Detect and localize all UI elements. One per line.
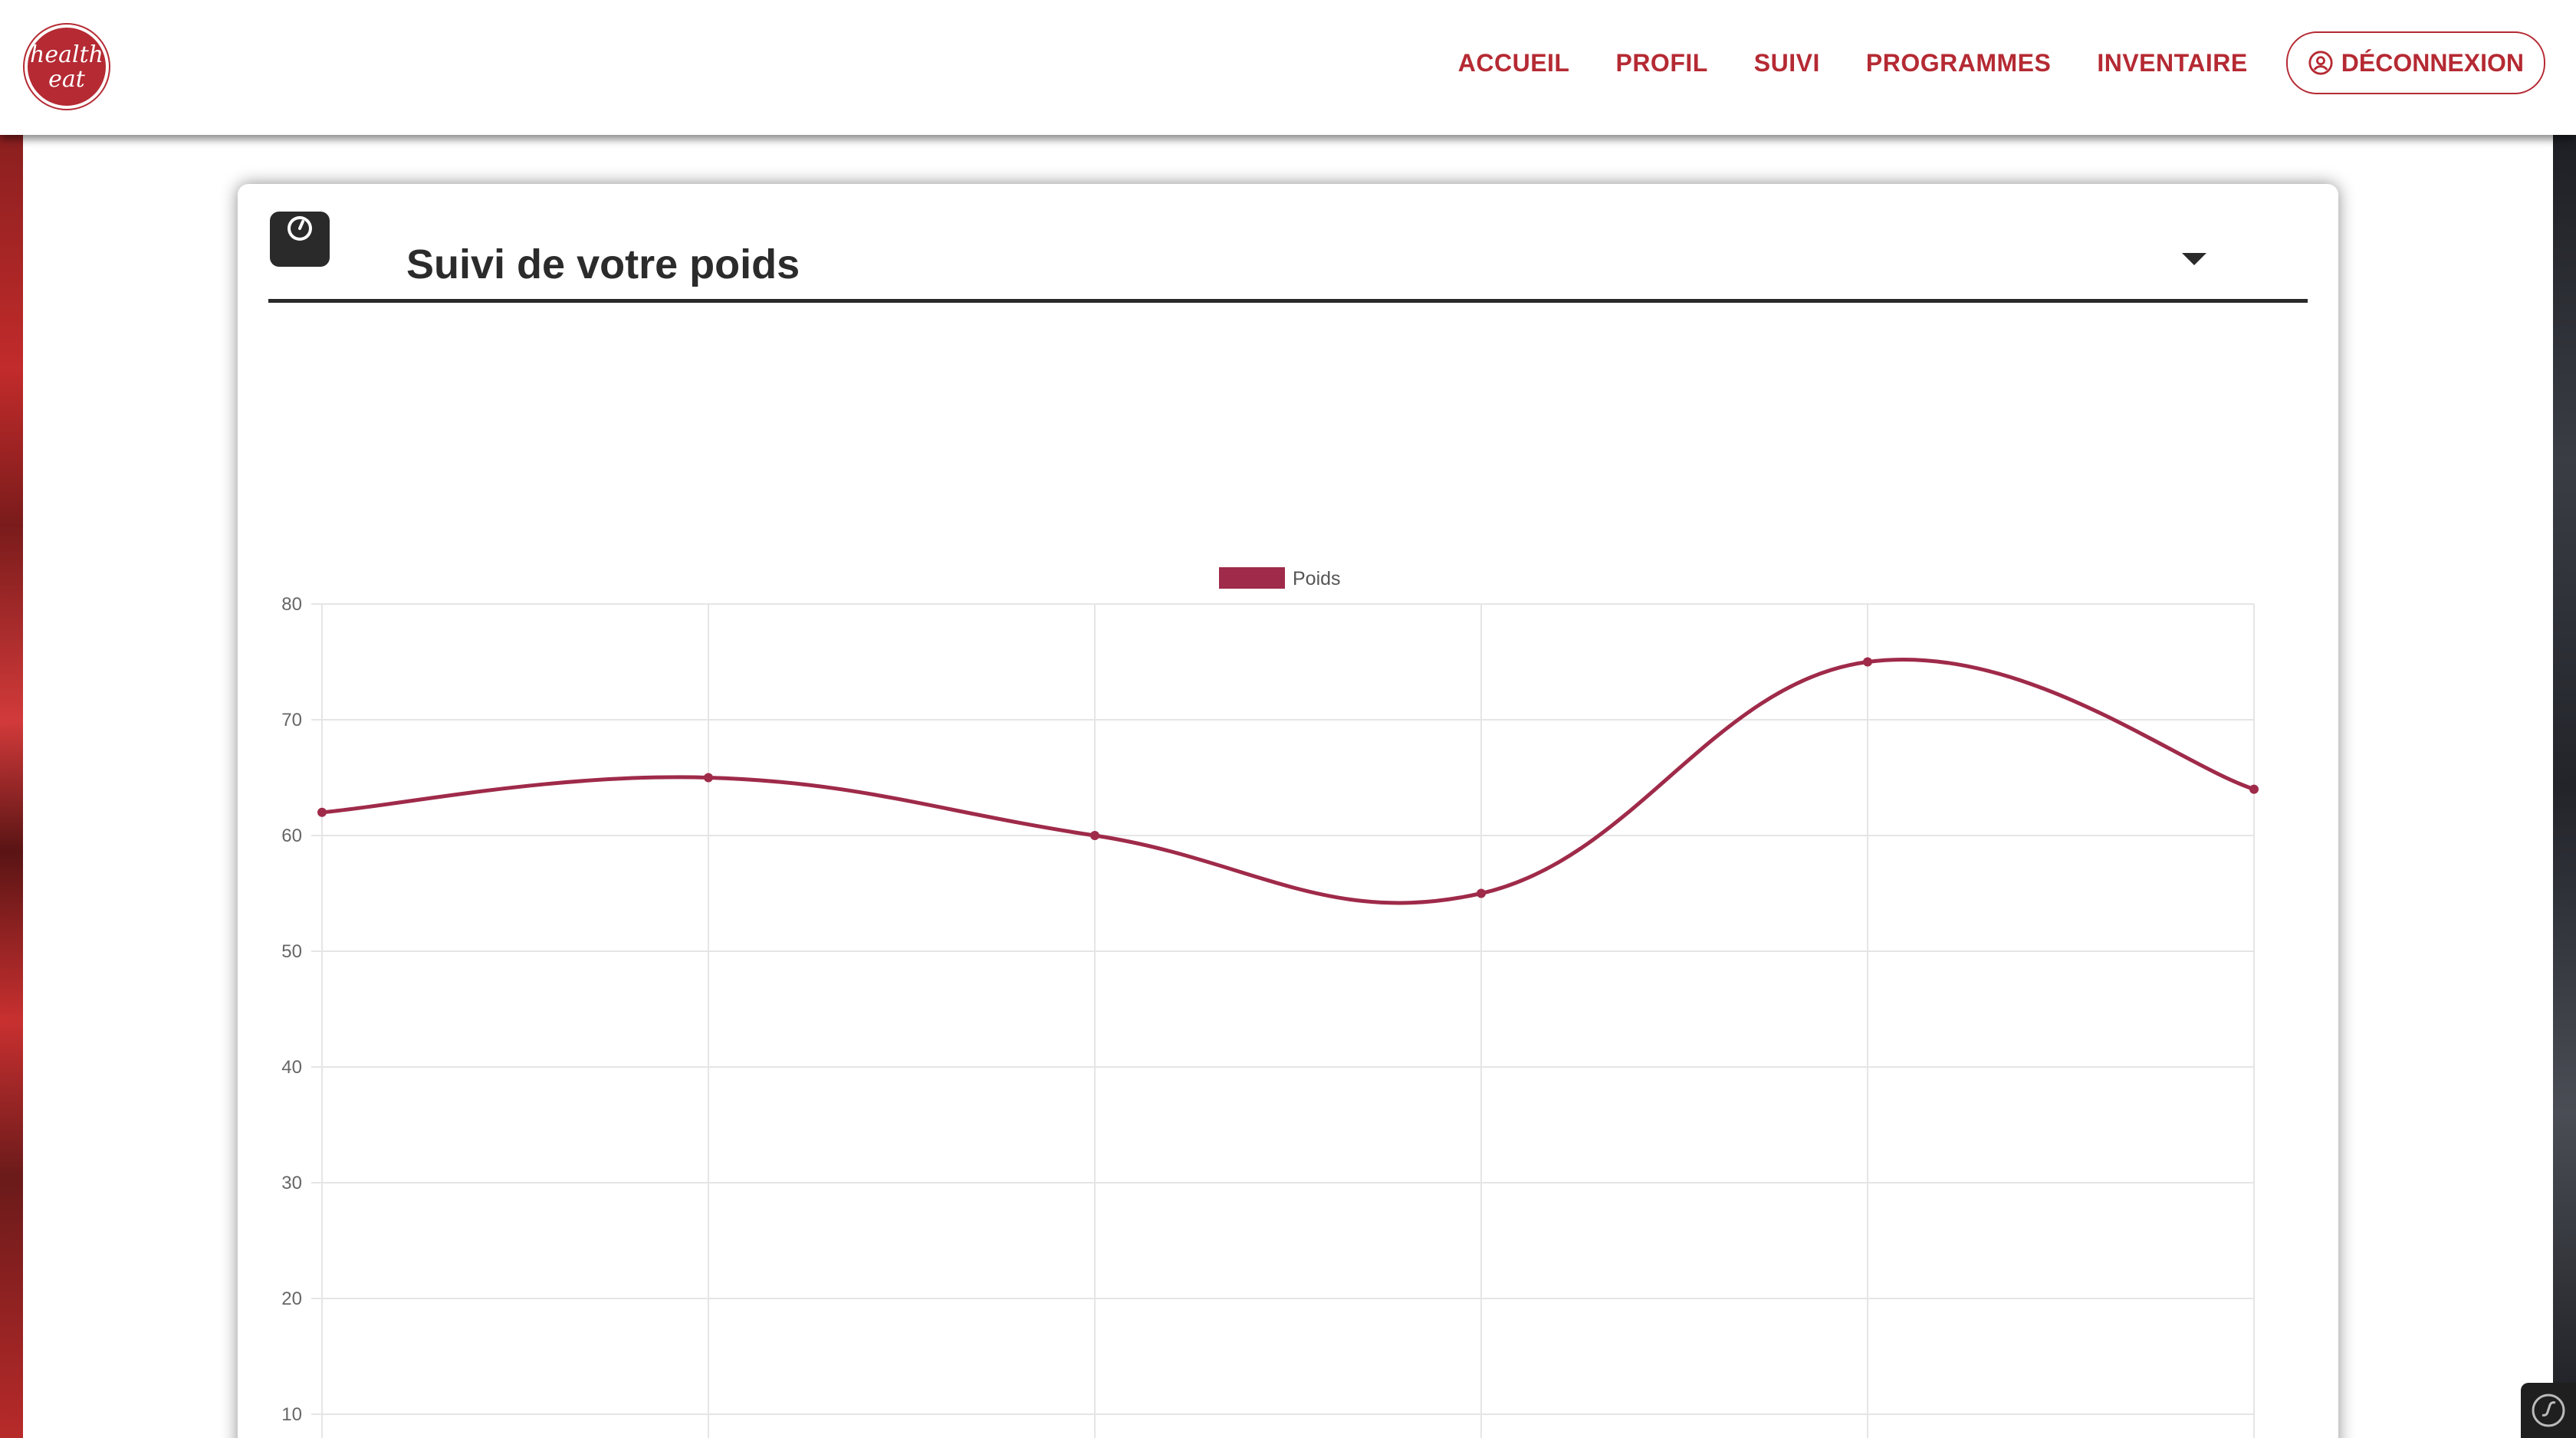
background-image-right (2553, 135, 2576, 1438)
y-tick-label: 40 (281, 1057, 302, 1078)
y-tick-label: 20 (281, 1289, 302, 1309)
y-tick-label: 50 (281, 941, 302, 962)
nav-link-inventaire[interactable]: INVENTAIRE (2097, 49, 2247, 77)
symfony-logo-icon (2532, 1394, 2565, 1427)
weight-tracking-card: Suivi de votre poids 10 20 30 40 50 60 70 80 Po… (238, 184, 2338, 1438)
nav-link-programmes[interactable]: PROGRAMMES (1866, 49, 2051, 77)
logo-text-line2: eat (48, 66, 85, 93)
legend-label-poids: Poids (1293, 568, 1341, 589)
y-tick-label: 60 (281, 826, 302, 846)
data-point-poids (1477, 888, 1486, 898)
nav-link-accueil[interactable]: ACCUEIL (1458, 49, 1570, 77)
nav-link-suivi[interactable]: SUIVI (1754, 49, 1820, 77)
data-point-poids (317, 807, 327, 817)
y-tick-label: 80 (281, 594, 302, 615)
legend-swatch-poids (1219, 567, 1285, 589)
logout-label: DÉCONNEXION (2341, 48, 2524, 77)
main-nav: ACCUEIL PROFIL SUIVI PROGRAMMES INVENTAI… (1412, 31, 2545, 94)
background-image-left (0, 135, 23, 1438)
y-tick-label: 10 (281, 1404, 302, 1425)
data-point-poids (2249, 784, 2259, 794)
data-point-poids (1090, 831, 1099, 840)
nav-link-profil[interactable]: PROFIL (1615, 49, 1707, 77)
symfony-toolbar-toggle[interactable] (2521, 1383, 2576, 1438)
data-point-poids (704, 773, 713, 783)
user-circle-icon (2308, 51, 2333, 75)
y-tick-label: 70 (281, 710, 302, 730)
weight-line-chart: 10 20 30 40 50 60 70 80 Poids (281, 567, 2259, 1438)
y-tick-label: 30 (281, 1173, 302, 1193)
data-point-poids (1863, 657, 1872, 667)
logout-button[interactable]: DÉCONNEXION (2285, 31, 2545, 94)
health-eat-logo[interactable]: health eat (25, 25, 109, 109)
series-line-poids (321, 657, 2255, 905)
top-navbar: health eat ACCUEIL PROFIL SUIVI PROGRAMM… (0, 0, 2576, 135)
logo-text-line1: health (30, 41, 104, 68)
